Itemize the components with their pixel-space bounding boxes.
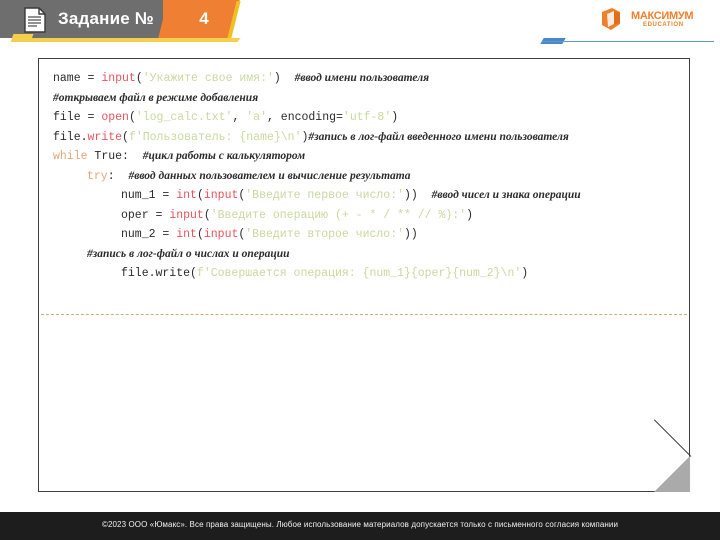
code-token-fn: open [101, 111, 129, 124]
code-token-str: 'Введите второе число:' [245, 228, 405, 241]
code-line: #запись в лог-файл о числах и операции [53, 245, 677, 265]
code-token-fn: input [203, 228, 239, 241]
code-line: file = open('log_calc.txt', 'a', encodin… [53, 108, 677, 128]
code-line: file.write(f'Пользователь: {name}\n')#за… [53, 128, 677, 148]
code-token-str: 'a' [246, 111, 267, 124]
page-footer: ©2023 ООО «Юмакс». Все права защищены. Л… [0, 512, 720, 540]
code-token-fn: input [203, 189, 239, 202]
code-line: file.write(f'Совершается операция: {num_… [53, 264, 677, 284]
code-token-fn: input [101, 72, 136, 85]
code-token-plain: True [94, 150, 123, 163]
code-line: oper = input('Введите операцию (+ - * / … [53, 206, 677, 226]
panel-corner-fold [654, 456, 690, 492]
code-token-str: 'Введите первое число:' [245, 189, 405, 202]
code-token-plain: = [87, 111, 102, 124]
code-token-plain: file [53, 111, 88, 124]
logo-subtext: EDUCATION [643, 22, 684, 28]
code-divider [41, 313, 687, 315]
code-token-plain: ( [135, 72, 143, 85]
code-token-plain: ) [273, 72, 295, 85]
code-token-plain: ( [196, 189, 204, 202]
code-token-comment: #открываем файл в режиме добавления [53, 91, 259, 104]
code-token-fn: input [169, 208, 204, 222]
code-token-fn: write [87, 130, 123, 144]
header-banner-underline-skew [223, 38, 241, 42]
code-token-comment: #ввод имени пользователя [294, 72, 430, 84]
code-token-plain: = [155, 208, 170, 222]
code-token-plain: file.write( [121, 267, 197, 280]
code-token-plain: ) [391, 111, 399, 124]
code-token-kw: while [53, 150, 95, 163]
panel-corner-fold-line [653, 419, 692, 457]
code-token-str: f'Совершается операция: {num_1}{oper}{nu… [196, 267, 522, 280]
code-token-plain: , encoding= [267, 111, 343, 124]
page-title: Задание № [58, 9, 154, 28]
code-token-kw: try [87, 169, 108, 183]
code-token-str: f'Пользователь: {name}\n' [128, 130, 302, 144]
header-banner-underline [18, 38, 230, 42]
code-line: try: #ввод данных пользователем и вычисл… [53, 167, 677, 187]
maximum-logo-mark-icon [598, 6, 628, 34]
code-token-plain: = [87, 72, 102, 85]
code-token-str: 'log_calc.txt' [135, 111, 233, 124]
code-token-comment: #запись в лог-файл о числах и операции [87, 247, 290, 260]
code-token-plain: ( [203, 208, 211, 222]
code-panel: name = input('Укажите свое имя:') #ввод … [38, 58, 692, 492]
task-number-badge: 4 [199, 9, 209, 28]
logo-rule [542, 41, 714, 42]
code-token-plain: ( [128, 111, 136, 124]
code-token-plain: = [162, 189, 177, 202]
code-token-comment: #ввод чисел и знака операции [431, 189, 581, 201]
code-token-plain: ( [122, 130, 129, 144]
document-icon [22, 6, 48, 34]
code-token-plain: num_2 [121, 228, 163, 241]
code-token-comment: #цикл работы с калькулятором [142, 150, 306, 162]
page-header: Задание № 4 МАКСИМУМ EDUCATION [0, 0, 720, 52]
code-token-plain: )) [404, 228, 418, 241]
code-token-plain: name [53, 72, 88, 85]
code-token-plain: ( [196, 228, 204, 241]
code-token-plain: num_1 [121, 189, 163, 202]
code-token-plain: )) [404, 189, 432, 202]
code-token-plain: , [232, 111, 247, 124]
code-token-plain: : [122, 150, 143, 163]
code-token-plain: file. [53, 130, 88, 144]
code-token-comment: #ввод данных пользователем и вычисление … [128, 169, 411, 182]
code-token-plain: = [162, 228, 177, 241]
code-token-str: 'utf-8' [342, 111, 392, 124]
code-line: #открываем файл в режиме добавления [53, 89, 677, 109]
code-token-fn: int [176, 228, 197, 241]
code-token-comment: #запись в лог-файл введенного имени поль… [308, 130, 569, 143]
code-token-plain: oper [121, 208, 156, 222]
brand-logo: МАКСИМУМ EDUCATION [598, 4, 710, 38]
code-line: name = input('Укажите свое имя:') #ввод … [53, 69, 677, 89]
code-token-plain: ) [466, 208, 473, 222]
code-token-str: 'Введите операцию (+ - * / ** // %):' [210, 208, 467, 222]
code-line: num_1 = int(input('Введите первое число:… [53, 186, 677, 206]
code-token-plain: : [107, 169, 129, 183]
code-block: name = input('Укажите свое имя:') #ввод … [39, 59, 689, 284]
code-token-str: 'Укажите свое имя:' [142, 72, 274, 85]
code-line: num_2 = int(input('Введите второе число:… [53, 225, 677, 245]
code-token-plain: ) [521, 267, 529, 280]
copyright-text: ©2023 ООО «Юмакс». Все права защищены. Л… [101, 520, 619, 529]
code-line: while True: #цикл работы с калькулятором [53, 147, 677, 167]
code-token-fn: int [176, 189, 197, 202]
